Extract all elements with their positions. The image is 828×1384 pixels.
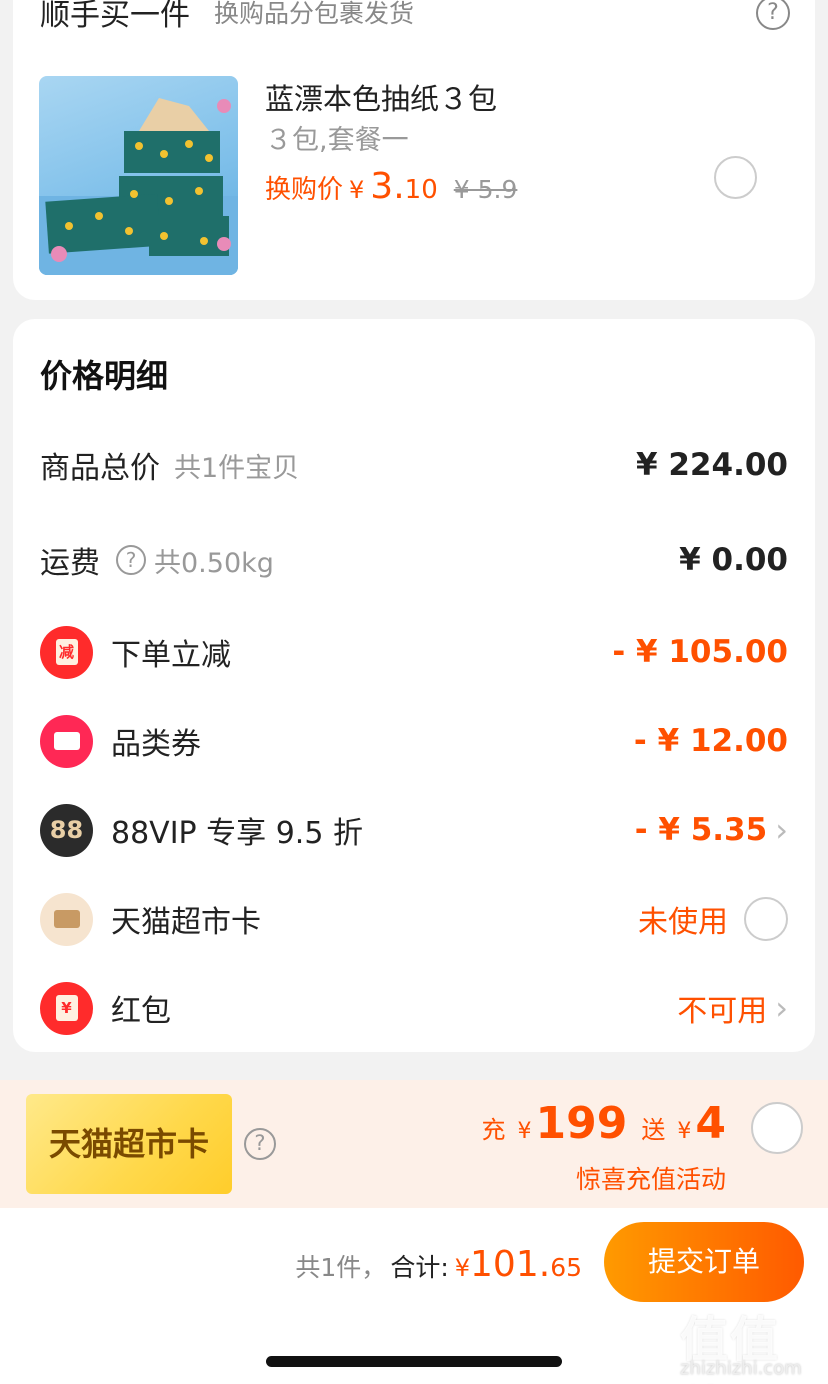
addon-header: 顺手买一件 换购品分包裹发货 ? — [40, 0, 790, 33]
chevron-right-icon[interactable]: › — [775, 992, 788, 1024]
addon-card: 顺手买一件 换购品分包裹发货 ? 蓝漂本色抽纸３包 ３包,套餐一 换购价 ¥ 3… — [13, 0, 815, 300]
row-category-coupon[interactable]: 品类券 - ¥ 12.00 — [40, 711, 788, 771]
charge-currency: ¥ — [517, 1119, 532, 1144]
help-icon[interactable]: ? — [244, 1128, 276, 1160]
row-instant-discount: 减 下单立减 - ¥ 105.00 — [40, 622, 788, 682]
addon-subtitle: 换购品分包裹发货 — [214, 0, 415, 28]
row-label: 运费 — [40, 546, 100, 581]
total-decimal: 65 — [550, 1253, 582, 1282]
addon-select-radio[interactable] — [714, 156, 757, 199]
item-count: 共1件， — [295, 1253, 387, 1282]
submit-order-button[interactable]: 提交订单 — [604, 1222, 804, 1302]
discount-badge-icon: 减 — [40, 625, 93, 679]
row-88vip[interactable]: 88 88VIP 专享 9.5 折 - ¥ 5.35 › — [40, 800, 788, 860]
price-integer: 3. — [370, 166, 405, 207]
product-spec: ３包,套餐一 — [265, 125, 409, 156]
total-integer: 101. — [470, 1244, 551, 1285]
vip-88-icon: 88 — [40, 803, 93, 857]
row-label: 下单立减 — [111, 638, 231, 673]
row-label: 商品总价 — [40, 451, 160, 486]
row-value: 未使用 — [638, 905, 728, 940]
row-value: - ¥ 12.00 — [633, 723, 788, 759]
row-goods-total: 商品总价 共1件宝贝 ¥ 224.00 — [40, 435, 788, 495]
row-sub: 共1件宝贝 — [174, 452, 300, 484]
row-label: 天猫超市卡 — [111, 905, 261, 940]
row-label: 品类券 — [111, 727, 201, 762]
row-value: - ¥ 5.35 — [634, 812, 768, 848]
product-price: 换购价 ¥ 3. 10 ¥ 5.9 — [265, 166, 517, 207]
row-sub: 共0.50kg — [154, 547, 274, 579]
red-packet-badge-text: ¥ — [55, 995, 78, 1021]
watermark-url: zhizhizhi.com — [680, 1358, 802, 1379]
help-icon[interactable]: ? — [116, 545, 146, 575]
help-icon[interactable]: ? — [756, 0, 790, 30]
row-value: 不可用 — [677, 994, 768, 1029]
price-currency: ¥ — [349, 176, 365, 204]
price-label: 换购价 — [265, 175, 344, 205]
row-shipping: 运费 ? 共0.50kg ¥ 0.00 — [40, 530, 788, 590]
row-label: 红包 — [111, 994, 171, 1029]
addon-title: 顺手买一件 — [40, 0, 190, 33]
tmall-card-promo: 天猫超市卡 ? 充 ¥ 199 送 ¥ 4 惊喜充值活动 — [0, 1080, 828, 1208]
coupon-icon — [40, 714, 93, 768]
price-detail-card: 价格明细 商品总价 共1件宝贝 ¥ 224.00 运费 ? 共0.50kg ¥ … — [13, 319, 815, 1052]
promo-caption: 惊喜充值活动 — [575, 1165, 726, 1194]
promo-offer: 充 ¥ 199 送 ¥ 4 — [482, 1098, 726, 1149]
row-red-packet[interactable]: ¥ 红包 不可用 › — [40, 978, 788, 1038]
home-indicator[interactable] — [266, 1356, 562, 1367]
order-total: 共1件， 合计: ¥ 101. 65 — [295, 1244, 582, 1285]
row-value: ¥ 0.00 — [679, 542, 788, 578]
red-packet-icon: ¥ — [40, 981, 93, 1035]
row-value: ¥ 224.00 — [636, 447, 788, 483]
promo-select-radio[interactable] — [751, 1102, 803, 1154]
detail-title: 价格明细 — [40, 357, 169, 395]
price-decimal: 10 — [404, 175, 438, 205]
row-label: 88VIP 专享 9.5 折 — [111, 816, 363, 851]
tissue-box-illustration — [39, 98, 238, 275]
chevron-right-icon[interactable]: › — [775, 814, 788, 846]
tmall-card-radio[interactable] — [744, 897, 788, 941]
discount-badge-text: 减 — [55, 639, 78, 665]
gift-label: 送 — [641, 1116, 666, 1144]
product-name[interactable]: 蓝漂本色抽纸３包 — [265, 76, 497, 118]
tmall-card-image: 天猫超市卡 — [26, 1094, 232, 1194]
charge-label: 充 — [481, 1116, 506, 1144]
gift-amount: 4 — [695, 1098, 726, 1149]
row-tmall-card[interactable]: 天猫超市卡 未使用 — [40, 889, 788, 949]
total-label: 合计: — [390, 1253, 449, 1282]
supermarket-card-icon — [40, 892, 93, 946]
product-image[interactable] — [39, 76, 238, 275]
total-currency: ¥ — [454, 1254, 471, 1282]
charge-amount: 199 — [535, 1098, 628, 1149]
original-price: ¥ 5.9 — [453, 175, 518, 204]
row-value: - ¥ 105.00 — [612, 634, 788, 670]
gift-currency: ¥ — [677, 1119, 692, 1144]
